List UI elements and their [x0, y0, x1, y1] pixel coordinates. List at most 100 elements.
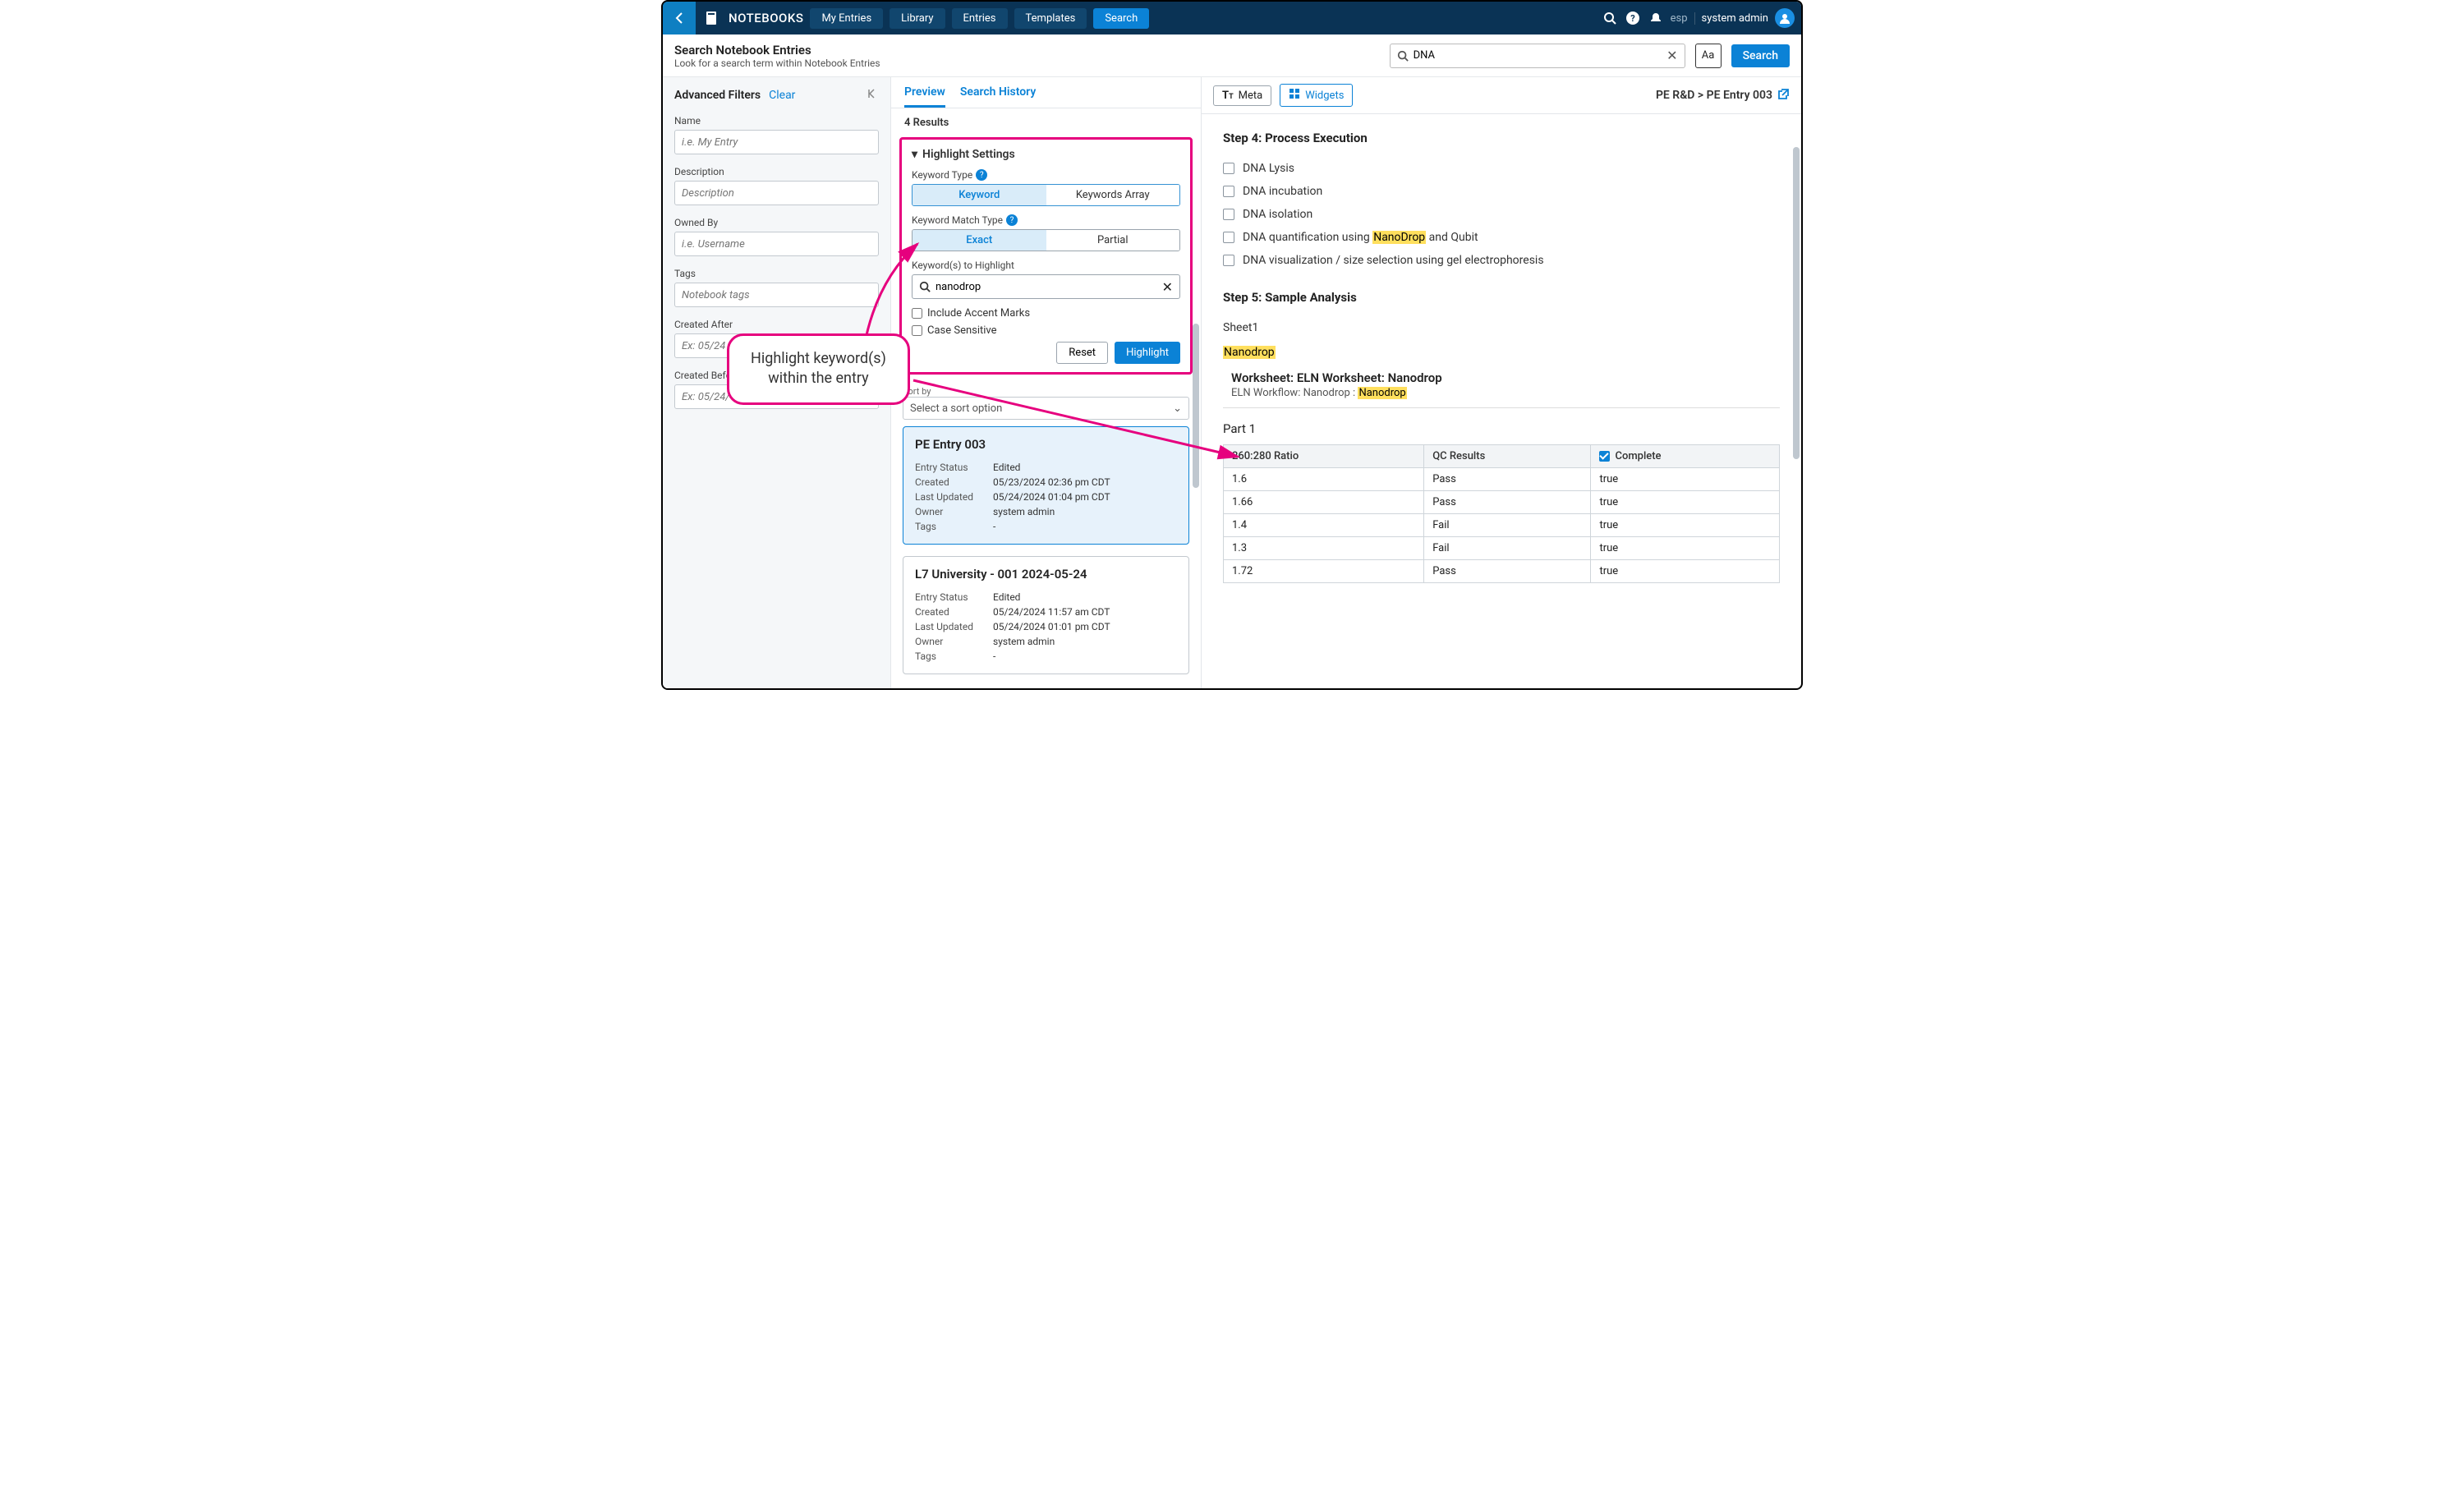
user-name: system admin — [1702, 12, 1769, 25]
checklist-text: DNA visualization / size selection using… — [1243, 254, 1544, 267]
nav-my-entries[interactable]: My Entries — [810, 8, 883, 29]
scrollbar-thumb[interactable] — [1193, 324, 1199, 488]
meta-toggle[interactable]: TT Meta — [1213, 85, 1271, 106]
card-meta-row: Created05/24/2024 11:57 am CDT — [915, 605, 1177, 619]
keyword-type-label: Keyword Type — [912, 169, 972, 181]
result-card[interactable]: PE Entry 003Entry StatusEditedCreated05/… — [903, 426, 1189, 545]
sheet-name: Sheet1 — [1223, 321, 1780, 334]
nav-library[interactable]: Library — [890, 8, 945, 29]
keyword-type-segment[interactable]: Keyword Keywords Array — [912, 184, 1180, 206]
tab-search-history[interactable]: Search History — [960, 85, 1036, 108]
bell-icon[interactable] — [1648, 10, 1664, 26]
main-search-box[interactable]: ✕ — [1390, 44, 1685, 68]
card-meta-row: Created05/23/2024 02:36 pm CDT — [915, 475, 1177, 490]
checklist-item: DNA isolation — [1223, 208, 1780, 221]
highlight-input-wrapper: ✕ — [912, 274, 1180, 299]
svg-text:?: ? — [1630, 13, 1635, 24]
table-row: 1.6Passtrue — [1224, 468, 1780, 491]
nav-search[interactable]: Search — [1093, 8, 1149, 29]
nav-entries[interactable]: Entries — [952, 8, 1008, 29]
table-row: 1.66Passtrue — [1224, 491, 1780, 514]
clear-filters-link[interactable]: Clear — [769, 89, 795, 102]
description-label: Description — [674, 166, 879, 177]
include-accent-label: Include Accent Marks — [927, 307, 1030, 320]
scrollbar-thumb[interactable] — [1793, 147, 1800, 459]
checkbox[interactable] — [1223, 163, 1234, 174]
page-subtitle: Look for a search term within Notebook E… — [674, 57, 1380, 69]
step5-heading: Step 5: Sample Analysis — [1223, 290, 1780, 305]
checkbox[interactable] — [1223, 209, 1234, 220]
nav-templates[interactable]: Templates — [1014, 8, 1087, 29]
checklist-text: DNA incubation — [1243, 185, 1322, 198]
help-icon[interactable]: ? — [1625, 10, 1641, 26]
table-row: 1.4Failtrue — [1224, 514, 1780, 537]
brand-title: NOTEBOOKS — [729, 11, 803, 25]
keyword-option[interactable]: Keyword — [913, 185, 1046, 205]
highlight-settings-panel: ▾ Highlight Settings Keyword Type ? Keyw… — [899, 137, 1193, 375]
avatar[interactable] — [1775, 8, 1795, 28]
case-sensitive-label: Case Sensitive — [927, 324, 997, 337]
chevron-down-icon: ⌄ — [1173, 402, 1182, 415]
sort-placeholder: Select a sort option — [910, 402, 1002, 415]
app-logo-icon — [702, 8, 722, 28]
result-card[interactable]: L7 University - 001 2024-05-24Entry Stat… — [903, 556, 1189, 674]
checkbox[interactable] — [1223, 186, 1234, 197]
open-external-icon[interactable] — [1777, 88, 1790, 103]
partial-option[interactable]: Partial — [1046, 230, 1180, 251]
keywords-array-option[interactable]: Keywords Array — [1046, 185, 1180, 205]
checklist-text: DNA quantification using NanoDrop and Qu… — [1243, 231, 1478, 244]
clear-highlight-icon[interactable]: ✕ — [1162, 279, 1173, 295]
card-meta-row: Tags- — [915, 519, 1177, 534]
checklist-item: DNA Lysis — [1223, 162, 1780, 175]
page-title: Search Notebook Entries — [674, 43, 1380, 57]
checkbox[interactable] — [1223, 255, 1234, 266]
card-title: L7 University - 001 2024-05-24 — [915, 567, 1177, 582]
search-button[interactable]: Search — [1731, 44, 1790, 67]
highlighted-nanodrop: Nanodrop — [1223, 346, 1276, 359]
search-icon[interactable] — [1602, 10, 1618, 26]
checklist-text: DNA isolation — [1243, 208, 1312, 221]
widgets-toggle[interactable]: Widgets — [1280, 84, 1353, 107]
text-icon: TT — [1222, 90, 1234, 102]
table-row: 1.3Failtrue — [1224, 537, 1780, 560]
part-heading: Part 1 — [1223, 421, 1780, 436]
tags-field[interactable] — [674, 283, 879, 307]
back-button[interactable] — [663, 2, 696, 34]
main-search-input[interactable] — [1414, 49, 1662, 62]
help-icon[interactable]: ? — [976, 169, 987, 181]
top-nav: NOTEBOOKS My Entries Library Entries Tem… — [663, 2, 1801, 34]
chevron-down-icon[interactable]: ▾ — [912, 148, 917, 161]
keyword-match-type-label: Keyword Match Type — [912, 214, 1003, 226]
match-type-segment[interactable]: Exact Partial — [912, 229, 1180, 251]
exact-option[interactable]: Exact — [913, 230, 1046, 251]
search-icon — [1397, 50, 1409, 62]
widgets-icon — [1289, 88, 1300, 103]
results-count: 4 Results — [891, 108, 1201, 137]
card-meta-row: Last Updated05/24/2024 01:01 pm CDT — [915, 619, 1177, 634]
annotation-bubble: Highlight keyword(s) within the entry — [727, 333, 910, 405]
description-field[interactable] — [674, 181, 879, 205]
owned-by-field[interactable] — [674, 232, 879, 256]
step4-heading: Step 4: Process Execution — [1223, 131, 1780, 145]
collapse-sidebar-icon[interactable] — [866, 87, 879, 103]
highlight-button[interactable]: Highlight — [1115, 342, 1180, 364]
search-header: Search Notebook Entries Look for a searc… — [663, 34, 1801, 77]
highlight-keyword-input[interactable] — [935, 281, 1157, 293]
table-row: 1.72Passtrue — [1224, 560, 1780, 583]
card-meta-row: Entry StatusEdited — [915, 460, 1177, 475]
include-accent-checkbox[interactable] — [912, 308, 922, 319]
tags-label: Tags — [674, 268, 879, 279]
sort-select[interactable]: Select a sort option ⌄ — [903, 397, 1189, 420]
entry-preview-panel: TT Meta Widgets PE R&D > PE Entry 003 — [1202, 77, 1801, 688]
reset-button[interactable]: Reset — [1056, 342, 1108, 364]
checkbox[interactable] — [1223, 232, 1234, 243]
tab-preview[interactable]: Preview — [904, 85, 945, 108]
name-field[interactable] — [674, 130, 879, 154]
advanced-filters-title: Advanced Filters — [674, 89, 761, 102]
help-icon[interactable]: ? — [1006, 214, 1018, 226]
table-header: 260:280 Ratio — [1224, 445, 1424, 468]
case-sensitive-checkbox[interactable] — [912, 325, 922, 336]
case-toggle-button[interactable]: Aa — [1695, 44, 1722, 68]
checklist-text: DNA Lysis — [1243, 162, 1294, 175]
clear-search-icon[interactable]: ✕ — [1666, 48, 1677, 63]
